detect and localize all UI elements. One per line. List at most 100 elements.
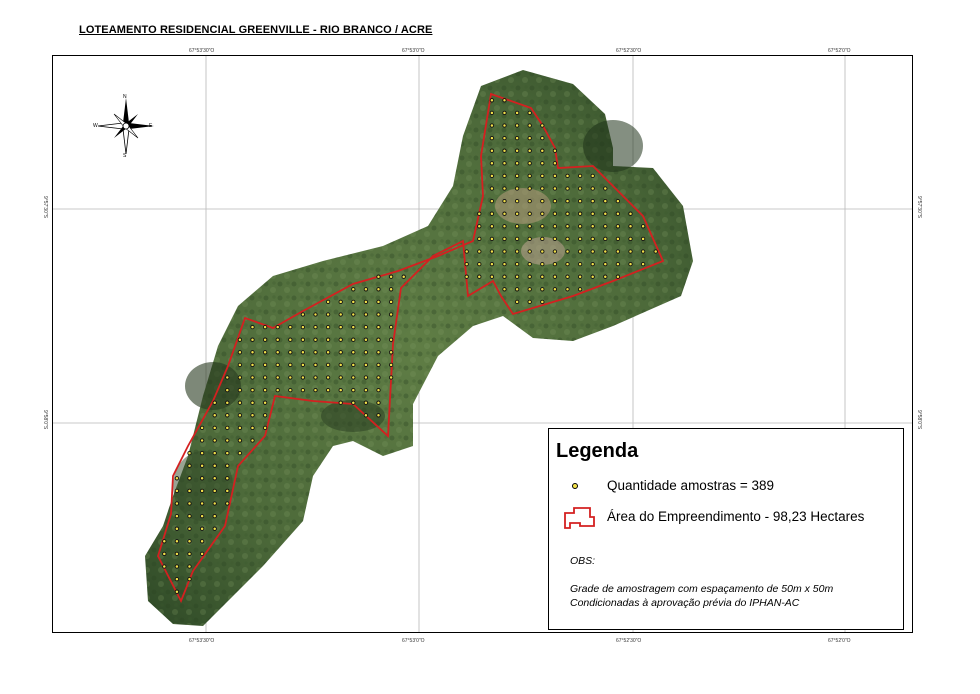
sample-point — [174, 551, 180, 557]
sample-point — [262, 413, 268, 418]
sample-point — [552, 198, 558, 204]
sample-point — [640, 236, 646, 242]
sample-point — [212, 488, 217, 494]
sample-point — [174, 526, 180, 531]
sample-point — [212, 476, 217, 481]
map-title: LOTEAMENTO RESIDENCIAL GREENVILLE - RIO … — [79, 24, 433, 36]
sample-point — [351, 400, 356, 405]
sample-point — [250, 375, 255, 380]
sample-point — [262, 387, 268, 393]
sample-point — [590, 274, 595, 279]
sample-point — [527, 135, 532, 141]
sample-point — [237, 400, 243, 405]
sample-point — [338, 324, 343, 330]
sample-point — [502, 161, 507, 166]
sample-point — [577, 173, 583, 179]
compass-n: N — [123, 94, 127, 100]
sample-point — [502, 135, 507, 141]
sample-point — [388, 299, 394, 305]
obs-title: OBS: — [570, 555, 596, 567]
sample-point — [212, 513, 217, 519]
sample-point — [540, 198, 545, 204]
sample-point — [199, 513, 205, 519]
sample-point — [615, 224, 621, 229]
sample-point — [187, 551, 192, 557]
sample-point — [489, 98, 495, 103]
sample-point — [262, 362, 268, 368]
sample-point — [199, 539, 205, 544]
sample-point — [615, 211, 621, 216]
sample-point — [552, 186, 558, 191]
sample-point — [401, 274, 406, 279]
sample-point — [363, 387, 369, 393]
sample-point — [489, 261, 495, 267]
sample-point — [225, 438, 230, 443]
sample-point — [489, 110, 495, 116]
sample-point — [225, 488, 230, 494]
sample-point — [527, 211, 532, 216]
sample-point — [363, 324, 369, 330]
sample-point — [615, 236, 621, 242]
sample-point — [237, 425, 243, 431]
sample-point — [363, 413, 369, 418]
sample-point — [237, 387, 243, 393]
sample-point — [174, 564, 180, 569]
sample-point — [527, 249, 532, 254]
sample-point — [514, 274, 520, 279]
sample-point — [262, 400, 268, 405]
sample-point — [540, 249, 545, 254]
sample-point — [225, 375, 230, 380]
sample-point — [489, 186, 495, 191]
sample-point — [552, 173, 558, 179]
sample-point — [502, 98, 507, 103]
legend-box: Legenda Quantidade amostras = 389 Área d… — [548, 428, 904, 630]
sample-point — [590, 211, 595, 216]
sample-point — [325, 312, 331, 317]
sample-point — [628, 249, 633, 254]
sample-point — [212, 413, 217, 418]
sample-point — [603, 224, 608, 229]
sample-point — [187, 513, 192, 519]
sample-point — [351, 362, 356, 368]
sample-point — [338, 350, 343, 355]
sample-point — [351, 324, 356, 330]
sample-point — [590, 224, 595, 229]
sample-point — [628, 236, 633, 242]
sample-point — [376, 400, 381, 405]
sample-point — [363, 362, 369, 368]
lon-tick-top-4: 67°52'0"O — [828, 48, 851, 54]
sample-point — [590, 186, 595, 191]
sample-point — [376, 324, 381, 330]
sample-point — [376, 387, 381, 393]
sample-point — [477, 274, 482, 279]
sample-point — [477, 261, 482, 267]
sample-point — [565, 186, 570, 191]
sample-point — [250, 400, 255, 405]
sample-point — [527, 148, 532, 153]
sample-point — [376, 274, 381, 279]
sample-point — [363, 337, 369, 342]
sample-point — [565, 261, 570, 267]
sample-point — [540, 123, 545, 128]
sample-point — [300, 350, 306, 355]
sample-point — [187, 450, 192, 456]
sample-point — [502, 287, 507, 292]
sample-point — [162, 551, 167, 557]
sample-point — [363, 350, 369, 355]
sample-point — [502, 198, 507, 204]
sample-point — [199, 425, 205, 431]
sample-point — [250, 324, 255, 330]
sample-point — [187, 564, 192, 569]
sample-point — [199, 438, 205, 443]
sample-point — [502, 249, 507, 254]
sample-point — [615, 261, 621, 267]
sample-point — [325, 362, 331, 368]
sample-point — [262, 350, 268, 355]
sample-point — [338, 387, 343, 393]
obs-line-1: Grade de amostragem com espaçamento de 5… — [570, 583, 834, 595]
sample-point — [489, 236, 495, 242]
sample-point — [603, 198, 608, 204]
sample-point — [300, 324, 306, 330]
sample-point — [577, 224, 583, 229]
lon-tick-bottom-3: 67°52'30"O — [616, 638, 642, 644]
